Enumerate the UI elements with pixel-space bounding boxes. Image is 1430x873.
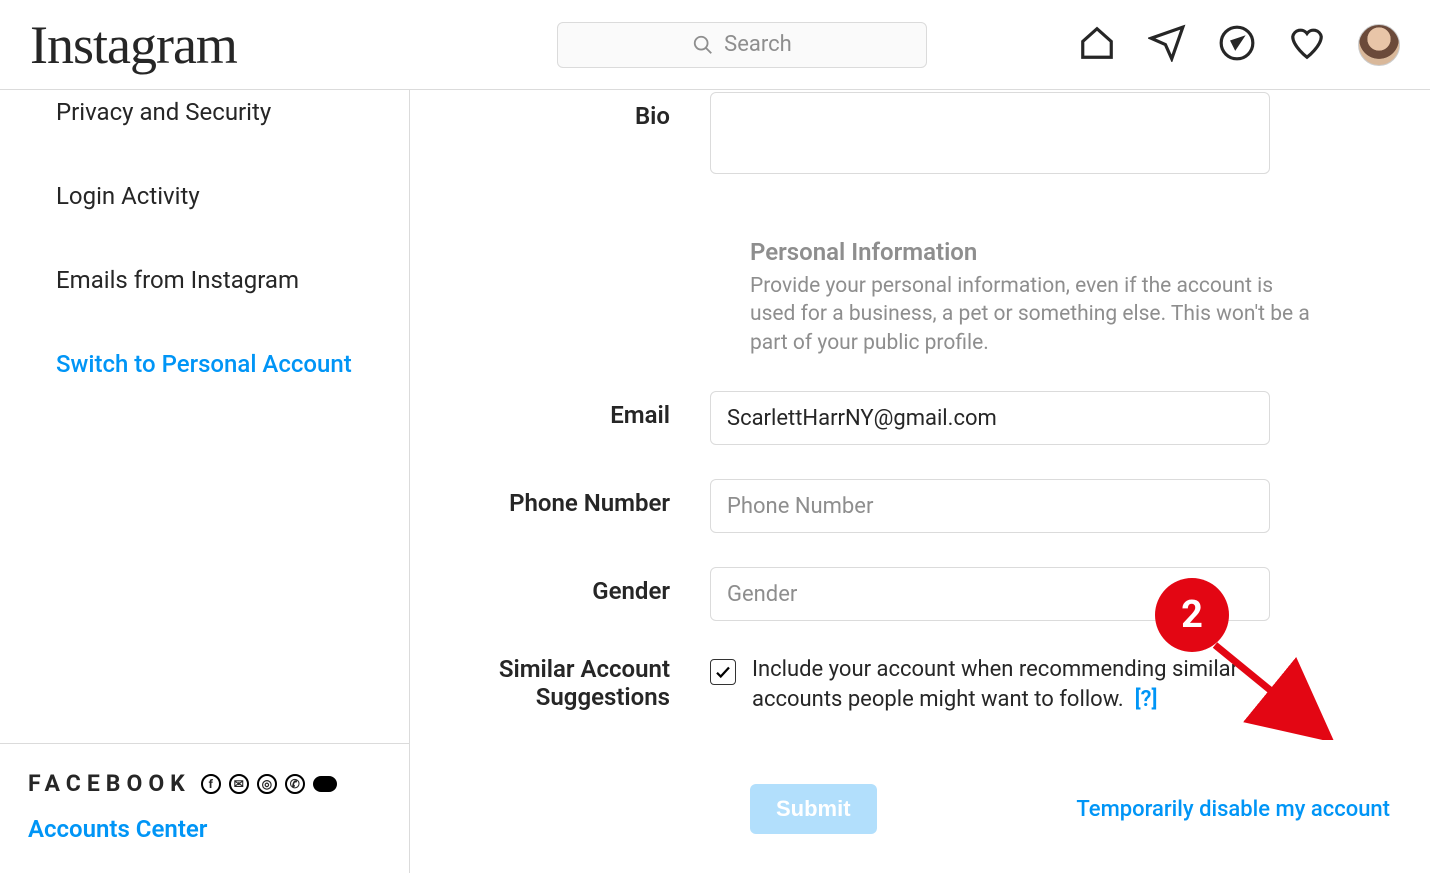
sidebar-item-switch-personal[interactable]: Switch to Personal Account: [0, 322, 409, 406]
home-icon[interactable]: [1078, 24, 1116, 66]
whatsapp-icon: ✆: [285, 774, 305, 794]
email-input[interactable]: [710, 391, 1270, 445]
sidebar-item-login-activity[interactable]: Login Activity: [0, 154, 409, 238]
email-label: Email: [450, 391, 710, 429]
similar-suggestions-text: Include your account when recommending s…: [752, 655, 1270, 714]
oculus-icon: [313, 776, 337, 792]
profile-avatar[interactable]: [1358, 24, 1400, 66]
instagram-icon: ◎: [257, 774, 277, 794]
personal-info-heading: Personal Information: [750, 238, 1310, 266]
bio-textarea[interactable]: [710, 92, 1270, 174]
submit-button[interactable]: Submit: [750, 784, 877, 834]
similar-suggestions-checkbox[interactable]: [710, 659, 736, 685]
bio-label: Bio: [450, 92, 710, 130]
messages-icon[interactable]: [1148, 24, 1186, 66]
temporarily-disable-link[interactable]: Temporarily disable my account: [1076, 797, 1390, 822]
search-input[interactable]: Search: [557, 22, 927, 68]
edit-profile-form: Bio Personal Information Provide your pe…: [410, 90, 1430, 873]
personal-info-desc: Provide your personal information, even …: [750, 272, 1310, 357]
gender-label: Gender: [450, 567, 710, 605]
sidebar-footer: FACEBOOK f ✉ ◎ ✆ Accounts Center: [0, 743, 409, 873]
facebook-icon: f: [201, 774, 221, 794]
messenger-icon: ✉: [229, 774, 249, 794]
annotation-badge-2: 2: [1155, 578, 1229, 652]
checkmark-icon: [714, 663, 732, 681]
phone-input[interactable]: [710, 479, 1270, 533]
accounts-center-link[interactable]: Accounts Center: [28, 815, 381, 843]
sidebar-item-emails[interactable]: Emails from Instagram: [0, 238, 409, 322]
phone-label: Phone Number: [450, 479, 710, 517]
personal-info-block: Personal Information Provide your person…: [750, 238, 1310, 357]
search-placeholder: Search: [724, 32, 792, 57]
search-icon: [692, 34, 714, 56]
similar-suggestions-label: Similar Account Suggestions: [450, 655, 710, 711]
instagram-logo[interactable]: Instagram: [30, 14, 237, 76]
facebook-brand: FACEBOOK: [28, 770, 191, 797]
explore-icon[interactable]: [1218, 24, 1256, 66]
settings-sidebar: Privacy and Security Login Activity Emai…: [0, 90, 410, 873]
top-bar: Instagram Search: [0, 0, 1430, 90]
nav-icons: [1078, 24, 1400, 66]
sidebar-item-privacy-security[interactable]: Privacy and Security: [0, 90, 409, 154]
facebook-apps-icons: f ✉ ◎ ✆: [201, 774, 337, 794]
activity-icon[interactable]: [1288, 24, 1326, 66]
similar-suggestions-help[interactable]: [?]: [1135, 687, 1158, 712]
